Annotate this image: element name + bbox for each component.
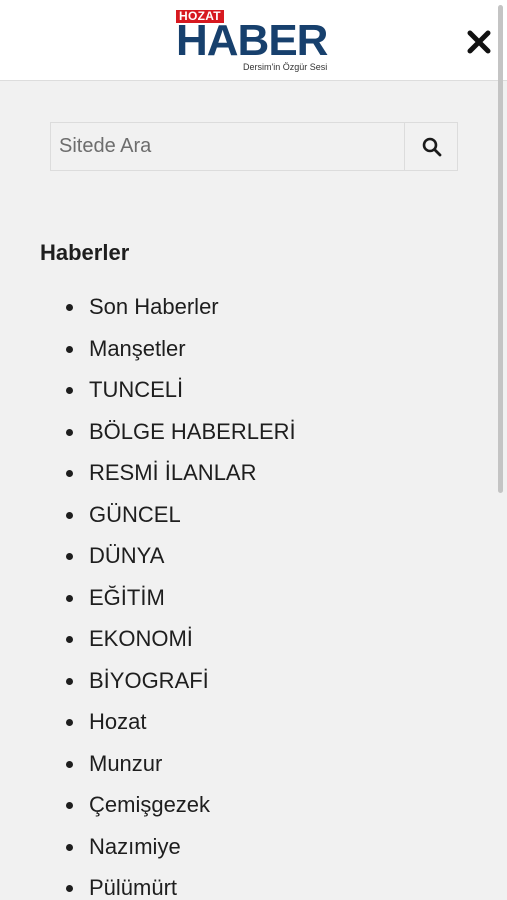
menu-item[interactable]: BÖLGE HABERLERİ (0, 411, 495, 453)
scrollbar-thumb[interactable] (498, 5, 503, 493)
menu-item[interactable]: EKONOMİ (0, 618, 495, 660)
menu-item[interactable]: Hozat (0, 701, 495, 743)
menu-item[interactable]: TUNCELİ (0, 369, 495, 411)
mobile-menu-page: HOZAT HABER Dersim'in Özgür Sesi Haberle… (0, 0, 507, 900)
bullet (66, 594, 73, 602)
menu-item-label[interactable]: GÜNCEL (89, 494, 181, 536)
menu-item[interactable]: GÜNCEL (0, 494, 495, 536)
menu-item-label[interactable]: EĞİTİM (89, 577, 165, 619)
menu-item[interactable]: Nazımiye (0, 826, 495, 868)
menu-item[interactable]: Çemişgezek (0, 784, 495, 826)
menu-item[interactable]: BİYOGRAFİ (0, 660, 495, 702)
site-logo[interactable]: HOZAT HABER Dersim'in Özgür Sesi (176, 10, 336, 74)
menu-item-label[interactable]: Manşetler (89, 328, 186, 370)
menu-item-label[interactable]: BİYOGRAFİ (89, 660, 209, 702)
menu-item-label[interactable]: RESMİ İLANLAR (89, 452, 257, 494)
bullet (66, 345, 73, 353)
bullet (66, 719, 73, 726)
bullet (66, 885, 73, 892)
menu-item[interactable]: Munzur (0, 743, 495, 785)
bullet (66, 511, 73, 519)
search-button[interactable] (404, 123, 457, 170)
menu-item-label[interactable]: Hozat (89, 701, 146, 743)
bullet (66, 760, 73, 768)
bullet (66, 553, 73, 560)
search-form (50, 122, 458, 171)
bullet (66, 304, 73, 311)
menu-item[interactable]: Pülümürt (0, 867, 495, 900)
menu-item[interactable]: Son Haberler (0, 286, 495, 328)
menu-item[interactable]: EĞİTİM (0, 577, 495, 619)
site-header: HOZAT HABER Dersim'in Özgür Sesi (0, 0, 507, 81)
menu-list: Son Haberler Manşetler TUNCELİ BÖLGE HAB… (0, 286, 495, 900)
menu-item-label[interactable]: DÜNYA (89, 535, 164, 577)
menu-item[interactable]: RESMİ İLANLAR (0, 452, 495, 494)
menu-item-label[interactable]: TUNCELİ (89, 369, 183, 411)
search-icon (422, 137, 442, 157)
logo-tagline: Dersim'in Özgür Sesi (243, 62, 328, 72)
bullet (66, 428, 73, 436)
menu-item[interactable]: Manşetler (0, 328, 495, 370)
menu-item-label[interactable]: Munzur (89, 743, 162, 785)
bullet (66, 387, 73, 394)
bullet (66, 677, 73, 685)
menu-item-label[interactable]: EKONOMİ (89, 618, 193, 660)
menu-section-title: Haberler (40, 240, 130, 265)
menu-item-label[interactable]: BÖLGE HABERLERİ (89, 411, 296, 453)
bullet (66, 470, 73, 477)
menu-item-label[interactable]: Pülümürt (89, 867, 177, 900)
bullet (66, 802, 73, 809)
bullet (66, 843, 73, 851)
menu-item[interactable]: DÜNYA (0, 535, 495, 577)
logo-wordmark: HABER (176, 16, 328, 65)
close-icon (467, 30, 491, 54)
menu-item-label[interactable]: Nazımiye (89, 826, 181, 868)
bullet (66, 636, 73, 643)
menu-item-label[interactable]: Son Haberler (89, 286, 219, 328)
search-input[interactable] (51, 123, 404, 170)
menu-item-label[interactable]: Çemişgezek (89, 784, 210, 826)
close-menu-button[interactable] (466, 29, 492, 55)
